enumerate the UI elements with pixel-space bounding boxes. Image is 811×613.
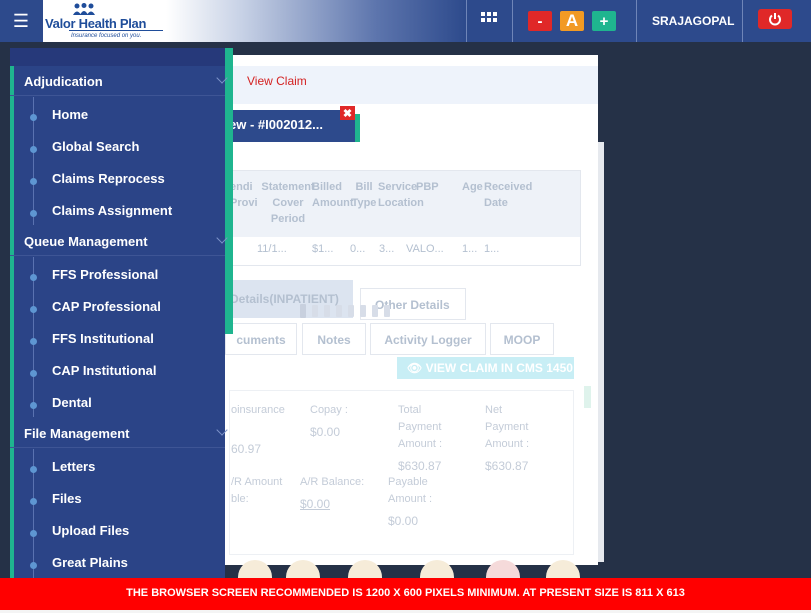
tab-moop[interactable]: MOOP: [490, 323, 554, 355]
column-header: Statement Cover Period: [261, 181, 315, 225]
ar-balance-link[interactable]: $0.00: [300, 497, 330, 511]
logout-button[interactable]: [758, 9, 792, 29]
divider: [636, 0, 637, 42]
close-tab-icon[interactable]: ✖: [340, 106, 355, 120]
bullet-icon: [30, 530, 37, 537]
copay-label: Copay :: [310, 404, 348, 416]
total-payment-label: Total Payment Amount :: [398, 404, 443, 450]
bullet-icon: [30, 274, 37, 281]
column-header: Received Date: [484, 181, 533, 209]
bullet-icon: [30, 338, 37, 345]
column-header: Service Location: [378, 181, 424, 209]
sidebar-item-global-search[interactable]: Global Search: [52, 139, 139, 154]
bullet-icon: [30, 370, 37, 377]
view-cms-label: VIEW CLAIM IN CMS 1450: [425, 361, 573, 375]
table-cell: $1...: [312, 243, 334, 255]
view-cms-button[interactable]: 👁 VIEW CLAIM IN CMS 1450: [397, 357, 574, 379]
column-header: PBP: [416, 181, 439, 193]
sidebar-item-dental[interactable]: Dental: [52, 395, 92, 410]
coinsurance-label: oinsurance: [231, 404, 285, 416]
tree-line: [33, 257, 34, 417]
table-cell: 11/1...: [257, 243, 287, 255]
loading-spinner: [300, 303, 400, 319]
ar-amount-label: /R Amount ble:: [231, 476, 283, 505]
zoom-in-button[interactable]: +: [592, 11, 616, 31]
hamburger-menu-icon[interactable]: ☰: [0, 0, 42, 42]
sidebar-item-letters[interactable]: Letters: [52, 459, 95, 474]
column-header: Billed Amount: [312, 181, 354, 209]
zoom-out-button[interactable]: -: [528, 11, 552, 31]
sidebar-item-cap-professional[interactable]: CAP Professional: [52, 299, 161, 314]
table-cell: 3...: [379, 243, 395, 255]
screen-size-warning: THE BROWSER SCREEN RECOMMENDED IS 1200 X…: [0, 578, 811, 610]
table-cell: 1...: [484, 243, 500, 255]
column-header: endi Provide: [230, 181, 258, 209]
bullet-icon: [30, 466, 37, 473]
sidebar: [10, 48, 225, 588]
sidebar-section-adjudication[interactable]: Adjudication: [10, 66, 225, 96]
sidebar-item-claims-reprocess[interactable]: Claims Reprocess: [52, 171, 165, 186]
tab-activity-logger[interactable]: Activity Logger: [370, 323, 486, 355]
divider: [466, 0, 467, 42]
sidebar-item-ffs-professional[interactable]: FFS Professional: [52, 267, 158, 282]
sidebar-item-home[interactable]: Home: [52, 107, 88, 122]
sidebar-accent: [10, 66, 14, 588]
table-cell: 0...: [350, 243, 366, 255]
header-gradient: [166, 0, 466, 42]
column-header: Age: [462, 181, 483, 193]
bullet-icon: [30, 498, 37, 505]
divider: [512, 0, 513, 42]
logo-divider: [69, 30, 163, 31]
ar-balance-label: A/R Balance:: [300, 476, 365, 488]
sidebar-item-ffs-institutional[interactable]: FFS Institutional: [52, 331, 154, 346]
net-payment-label: Net Payment Amount :: [485, 404, 530, 450]
bullet-icon: [30, 562, 37, 569]
scroll-indicator: [584, 386, 591, 408]
logo-text: Valor Health Plan: [45, 16, 147, 31]
sidebar-item-cap-institutional[interactable]: CAP Institutional: [52, 363, 156, 378]
sidebar-section-queue-management[interactable]: Queue Management: [10, 226, 225, 256]
bullet-icon: [30, 146, 37, 153]
breadcrumb[interactable]: View Claim: [247, 74, 307, 88]
bullet-icon: [30, 210, 37, 217]
payable-value: $0.00: [388, 514, 419, 528]
logo[interactable]: Valor Health Plan Insurance focused on y…: [43, 0, 166, 42]
sidebar-header: [10, 48, 225, 66]
copay-value: $0.00: [310, 425, 341, 439]
apps-grid-icon[interactable]: [481, 12, 497, 28]
logo-people-icon: [73, 3, 95, 15]
sidebar-item-files[interactable]: Files: [52, 491, 82, 506]
net-payment-value: $630.87: [485, 459, 529, 473]
tab-notes[interactable]: Notes: [302, 323, 366, 355]
column-header: Bill Type: [351, 181, 377, 209]
total-payment-value: $630.87: [398, 459, 442, 473]
claim-tab[interactable]: ew - #I002012...: [225, 110, 355, 142]
sidebar-item-great-plains[interactable]: Great Plains: [52, 555, 128, 570]
sidebar-item-claims-assignment[interactable]: Claims Assignment: [52, 203, 172, 218]
bullet-icon: [30, 402, 37, 409]
power-icon: [769, 13, 781, 26]
logo-tagline: Insurance focused on you.: [71, 33, 142, 39]
font-size-button[interactable]: A: [560, 11, 584, 31]
claim-tab-edge: [355, 114, 360, 142]
eye-icon: 👁: [407, 361, 426, 375]
claim-table: endi Provide Statement Cover Period Bill…: [229, 170, 581, 266]
coinsurance-value: 60.97: [231, 442, 262, 456]
panel-shadow: [598, 142, 604, 562]
sidebar-item-upload-files[interactable]: Upload Files: [52, 523, 129, 538]
bullet-icon: [30, 114, 37, 121]
sidebar-accent: [225, 48, 233, 334]
table-cell: 1...: [462, 243, 478, 255]
payable-label: Payable Amount :: [388, 476, 433, 505]
bullet-icon: [30, 306, 37, 313]
divider: [742, 0, 743, 42]
table-cell: VALO...: [406, 243, 444, 255]
tab-documents[interactable]: cuments: [225, 323, 297, 355]
username[interactable]: SRAJAGOPAL: [652, 14, 734, 28]
sidebar-section-file-management[interactable]: File Management: [10, 418, 225, 448]
bullet-icon: [30, 178, 37, 185]
